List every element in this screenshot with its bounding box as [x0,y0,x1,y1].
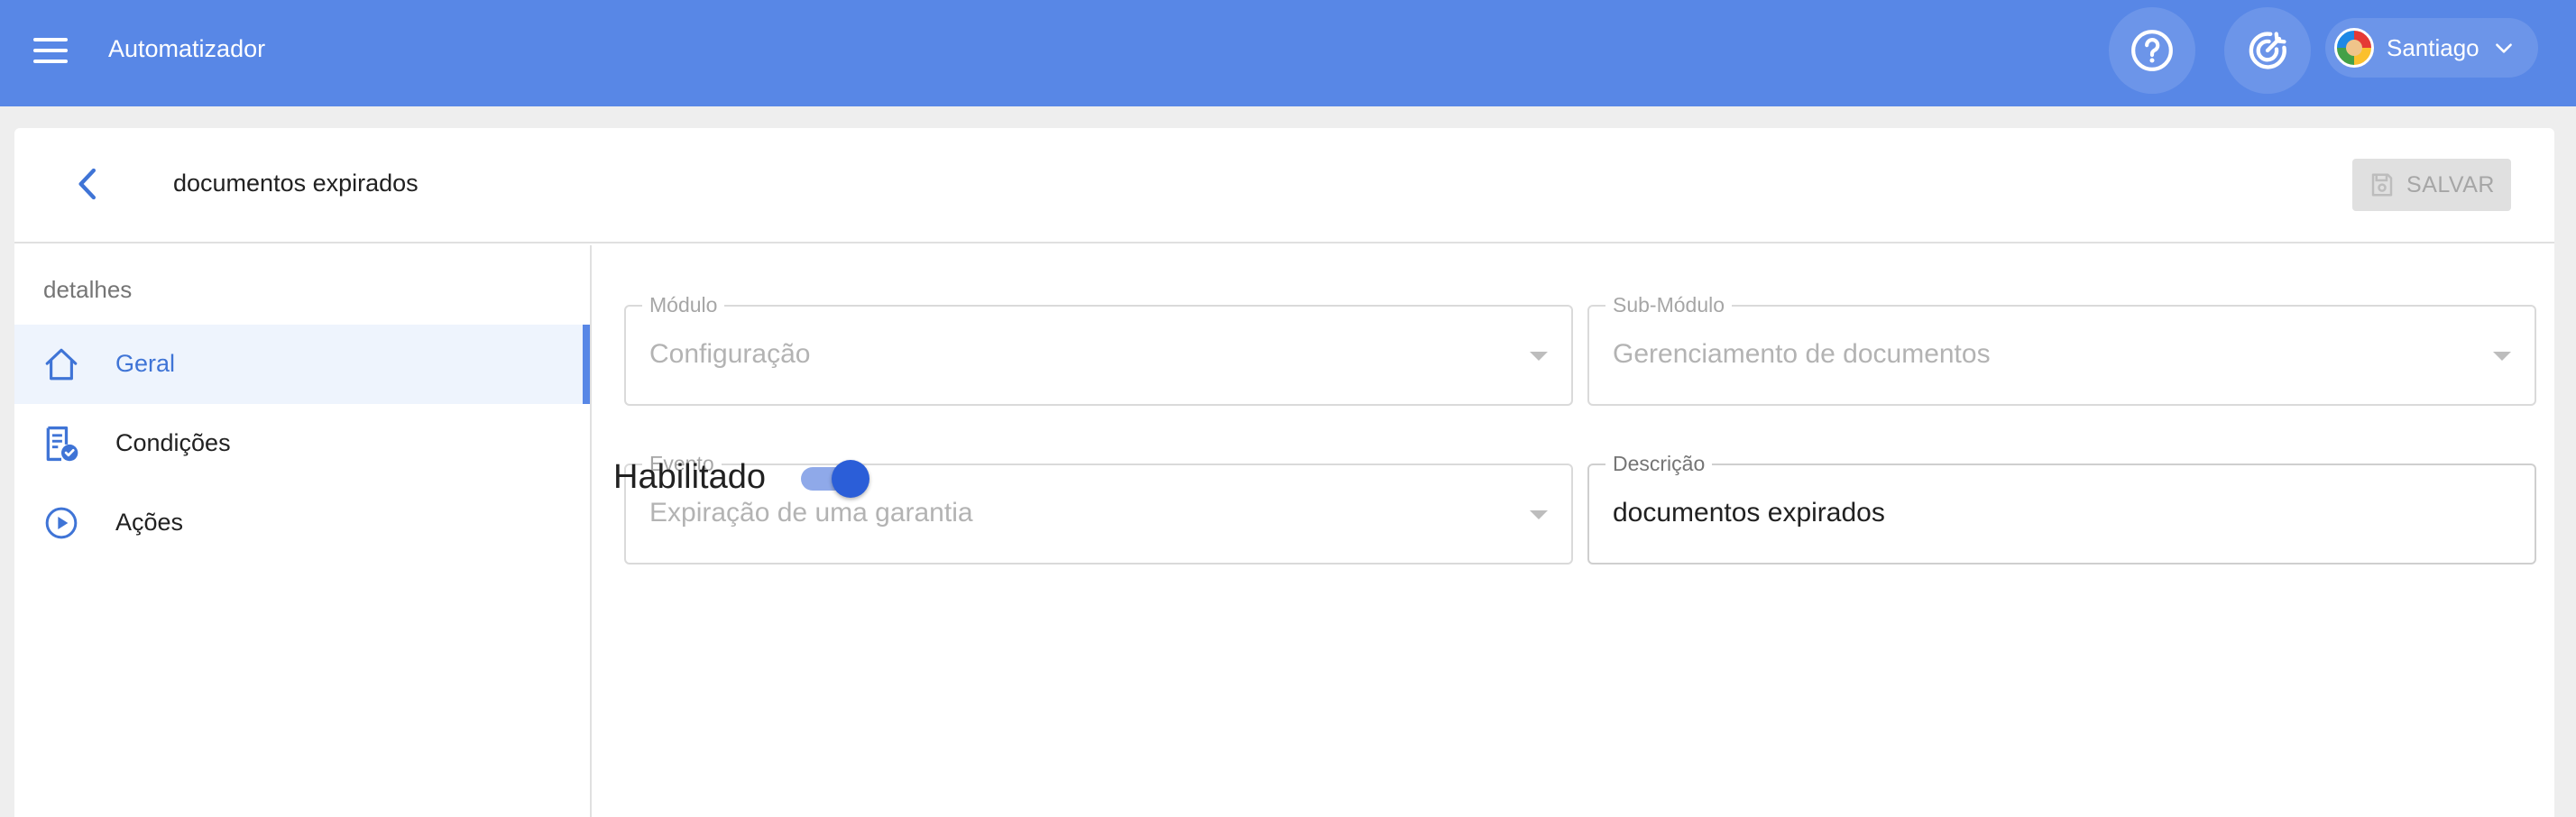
app-title: Automatizador [108,35,266,62]
help-icon [2131,30,2173,71]
modulo-value: Configuração [649,339,811,369]
sidebar-item-acoes[interactable]: Ações [14,483,590,563]
menu-icon[interactable] [27,27,74,74]
card-header: documentos expirados SALVAR [14,128,2554,243]
submodulo-value: Gerenciamento de documentos [1613,339,1991,369]
sidebar-item-label: Condições [115,429,231,456]
sidebar-item-geral[interactable]: Geral [14,325,590,404]
caret-down-icon [2493,352,2511,361]
chevron-left-icon [78,168,97,200]
habilitado-label: Habilitado [613,458,766,496]
chevron-down-icon [2495,43,2512,53]
evento-value: Expiração de uma garantia [649,498,973,528]
home-icon [41,344,81,384]
page-title: documentos expirados [173,170,419,197]
evento-select[interactable]: Evento Expiração de uma garantia [624,451,1573,565]
modulo-select[interactable]: Módulo Configuração [624,292,1573,406]
submodulo-label: Sub-Módulo [1605,292,1733,317]
save-label: SALVAR [2406,171,2495,197]
toggle-thumb[interactable] [832,460,869,498]
sidebar-heading: detalhes [43,276,133,303]
descricao-label: Descrição [1605,451,1713,476]
sidebar-item-label: Ações [115,509,184,536]
modulo-label: Módulo [642,292,725,317]
caret-down-icon [1530,510,1548,519]
sidebar-item-condicoes[interactable]: Condições [14,404,590,483]
target-icon [2249,32,2286,69]
avatar [2334,28,2374,68]
user-name: Santiago [2387,33,2479,61]
save-button[interactable]: SALVAR [2352,159,2511,211]
submodulo-select[interactable]: Sub-Módulo Gerenciamento de documentos [1587,292,2536,406]
sidebar: detalhes Geral Condições Ações [14,245,592,817]
top-app-bar: Automatizador Santiago [0,0,2576,106]
play-circle-icon [41,503,81,543]
descricao-input[interactable]: documentos expirados [1613,498,1885,528]
back-button[interactable] [65,161,112,207]
help-button[interactable] [2109,7,2195,94]
caret-down-icon [1530,352,1548,361]
user-menu-button[interactable]: Santiago [2325,18,2538,78]
habilitado-toggle[interactable] [799,456,873,500]
descricao-field[interactable]: Descrição documentos expirados [1587,451,2536,565]
save-icon [2371,173,2393,197]
goals-button[interactable] [2224,7,2311,94]
conditions-icon [41,424,81,464]
sidebar-item-label: Geral [115,350,176,377]
